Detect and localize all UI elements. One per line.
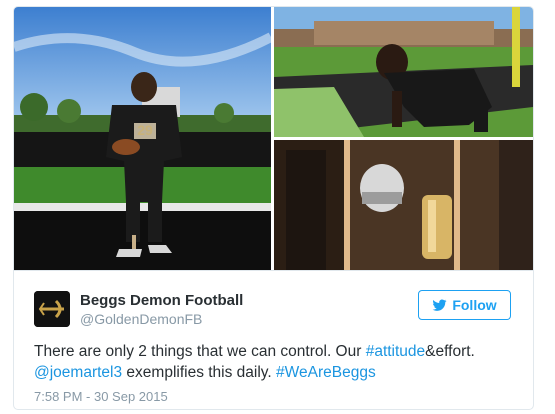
photo-player-stance[interactable] (274, 7, 533, 137)
photo-player-field[interactable]: 29 (14, 7, 271, 270)
tweet-text-part: &effort. (425, 343, 475, 360)
tweet-card: 29 Beggs Demon Football @GoldenDemonFB F… (13, 6, 534, 410)
twitter-bird-icon (432, 298, 447, 311)
follow-label: Follow (452, 297, 497, 313)
tweet-text-part: There are only 2 things that we can cont… (34, 343, 366, 360)
hashtag-link-attitude[interactable]: #attitude (366, 343, 425, 360)
photo-locker-prosthetic[interactable] (274, 140, 533, 270)
avatar[interactable] (34, 291, 70, 327)
jersey-number: 29 (137, 122, 153, 138)
follow-button[interactable]: Follow (418, 290, 511, 320)
display-name[interactable]: Beggs Demon Football (80, 292, 243, 309)
trident-logo-icon (34, 291, 70, 327)
hashtag-link-wearebeggs[interactable]: #WeAreBeggs (276, 364, 376, 381)
tweet-text: There are only 2 things that we can cont… (34, 341, 519, 383)
media-grid: 29 (14, 7, 533, 270)
tweet-text-part: exemplifies this daily. (122, 364, 277, 381)
tweet-timestamp[interactable]: 7:58 PM - 30 Sep 2015 (34, 389, 168, 404)
mention-link[interactable]: @joemartel3 (34, 364, 122, 381)
user-handle[interactable]: @GoldenDemonFB (80, 311, 202, 327)
tweet-content: Beggs Demon Football @GoldenDemonFB Foll… (14, 270, 533, 409)
